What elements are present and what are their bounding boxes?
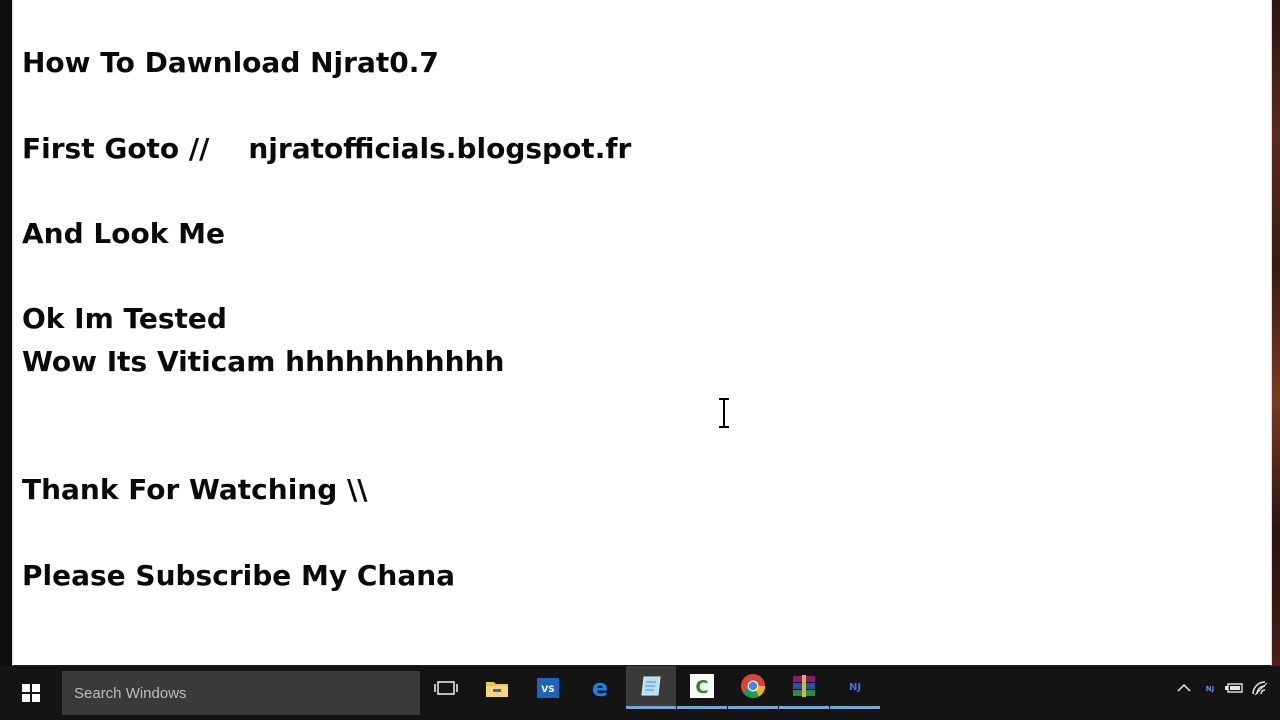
svg-text:C: C [695,677,708,698]
svg-text:NJ: NJ [1206,685,1214,693]
task-view-button[interactable] [421,666,471,710]
battery-status-button[interactable] [1224,678,1244,698]
file-explorer-icon [486,682,508,697]
taskbar: Search Windows VS e C NJ NJ [0,666,1280,720]
search-placeholder: Search Windows [74,684,187,702]
chrome-icon [741,674,765,699]
chrome-button[interactable] [728,666,778,709]
visual-studio-icon: VS [537,678,559,698]
njrat-tray-icon: NJ [1206,685,1214,693]
ibeam-cursor-icon [719,398,729,428]
text-line: Please Subscribe My Chana [22,559,456,592]
text-line: Ok Im Tested [22,302,227,335]
text-line: And Look Me [22,217,225,250]
winrar-button[interactable] [779,666,829,709]
network-status-button[interactable] [1250,678,1270,698]
edge-icon: e [592,675,608,701]
text-line: Wow Its Viticam hhhhhhhhhhh [22,345,505,378]
njrat-tray-button[interactable]: NJ [1200,678,1220,698]
svg-text:VS: VS [541,685,554,695]
text-editing-area[interactable]: How To Dawnload Njrat0.7 First Goto // n… [22,0,1262,660]
desktop-background-right [1272,0,1280,666]
notepad-window: How To Dawnload Njrat0.7 First Goto // n… [12,0,1272,666]
svg-text:NJ: NJ [849,682,861,693]
file-explorer-button[interactable] [472,666,522,710]
search-input[interactable]: Search Windows [62,671,420,715]
desktop-background-left [0,0,12,666]
njrat-icon: NJ [849,682,861,693]
njrat-button[interactable]: NJ [830,666,880,709]
text-line: Thank For Watching \\ [22,473,368,506]
windows-logo-icon [22,684,40,702]
wifi-icon [1252,681,1268,696]
task-view-icon [434,681,458,695]
chevron-up-icon [1177,683,1191,692]
text-line: First Goto // njratofficials.blogspot.fr [22,132,632,165]
desktop: How To Dawnload Njrat0.7 First Goto // n… [0,0,1280,720]
camtasia-button[interactable]: C [677,666,727,709]
start-button[interactable] [0,666,62,720]
edge-browser-button[interactable]: e [575,666,625,710]
notepad-button[interactable] [626,666,676,709]
battery-icon [1225,683,1243,693]
svg-text:e: e [592,675,608,701]
camtasia-icon: C [690,674,714,698]
notepad-icon [641,676,661,696]
text-line: How To Dawnload Njrat0.7 [22,46,439,79]
show-hidden-icons-button[interactable] [1174,678,1194,698]
winrar-icon [793,675,815,697]
system-tray: NJ [1170,666,1280,710]
visual-studio-button[interactable]: VS [523,666,573,710]
